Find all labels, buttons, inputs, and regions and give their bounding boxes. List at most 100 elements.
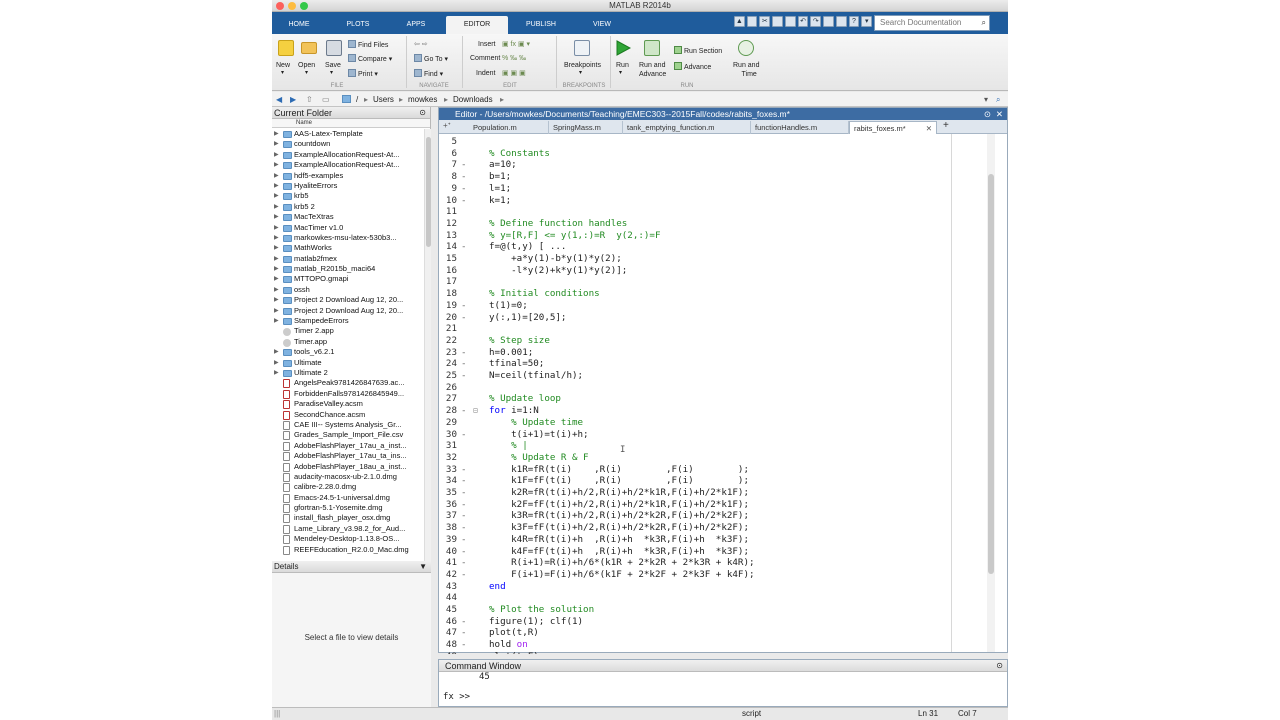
- folder-list-item[interactable]: ▶ countdown: [272, 139, 424, 149]
- breakpoint-marker[interactable]: -: [461, 347, 467, 359]
- folder-list-item[interactable]: SecondChance.acsm: [272, 410, 424, 420]
- paste-icon[interactable]: [784, 16, 796, 27]
- expand-arrow-icon[interactable]: ▶: [274, 233, 279, 243]
- breakpoint-marker[interactable]: -: [461, 370, 467, 382]
- breakpoint-marker[interactable]: -: [461, 569, 467, 581]
- folder-list-item[interactable]: ▶ Ultimate: [272, 358, 424, 368]
- folder-list-item[interactable]: ▶ HyaliteErrors: [272, 181, 424, 191]
- expand-arrow-icon[interactable]: ▶: [274, 181, 279, 191]
- undo-icon[interactable]: ↶: [797, 16, 809, 27]
- file-tab-function-handles[interactable]: functionHandles.m: [751, 121, 849, 134]
- folder-list-item[interactable]: CAE III-- Systems Analysis_Gr...: [272, 420, 424, 430]
- code-fold-icon[interactable]: ⊟: [473, 405, 478, 417]
- help-icon[interactable]: ▲: [734, 16, 745, 27]
- file-tab-population[interactable]: Population.m: [469, 121, 549, 134]
- folder-list-item[interactable]: Timer 2.app: [272, 326, 424, 337]
- expand-arrow-icon[interactable]: ▶: [274, 139, 279, 149]
- folder-list-item[interactable]: REEFEducation_R2.0.0_Mac.dmg: [272, 545, 424, 555]
- breakpoint-marker[interactable]: -: [461, 499, 467, 511]
- folder-list-item[interactable]: ▶ MathWorks: [272, 243, 424, 253]
- expand-arrow-icon[interactable]: ▶: [274, 274, 279, 284]
- folder-list-item[interactable]: ▶ Ultimate 2: [272, 368, 424, 378]
- breakpoint-marker[interactable]: -: [461, 183, 467, 195]
- breakpoint-marker[interactable]: -: [461, 546, 467, 558]
- folder-list-item[interactable]: ▶ StampedeErrors: [272, 316, 424, 326]
- expand-arrow-icon[interactable]: ▶: [274, 306, 279, 316]
- breakpoint-marker[interactable]: -: [461, 241, 467, 253]
- folder-list-item[interactable]: ▶ hdf5-examples: [272, 171, 424, 181]
- breakpoint-marker[interactable]: -: [461, 429, 467, 441]
- breakpoint-marker[interactable]: -: [461, 300, 467, 312]
- copy-icon[interactable]: [772, 16, 783, 27]
- breakpoint-marker[interactable]: -: [461, 171, 467, 183]
- path-downloads[interactable]: Downloads: [453, 92, 493, 107]
- breakpoints-button[interactable]: Breakpoints: [564, 61, 601, 70]
- indent-label[interactable]: Indent: [476, 69, 495, 78]
- cut-icon[interactable]: ✂: [759, 16, 771, 27]
- breakpoint-marker[interactable]: -: [461, 557, 467, 569]
- minimize-ribbon-icon[interactable]: ▾: [861, 16, 873, 27]
- path-root[interactable]: /: [356, 92, 358, 107]
- print-button[interactable]: Print ▾: [348, 69, 378, 79]
- editor-scroll-thumb[interactable]: [988, 174, 994, 574]
- breakpoint-marker[interactable]: -: [461, 195, 467, 207]
- folder-list-item[interactable]: AdobeFlashPlayer_18au_a_inst...: [272, 462, 424, 472]
- minimize-window-button[interactable]: [288, 2, 296, 10]
- folder-list-item[interactable]: Emacs-24.5-1-universal.dmg: [272, 493, 424, 503]
- tab-publish[interactable]: PUBLISH: [518, 16, 564, 34]
- tab-home[interactable]: HOME: [280, 16, 318, 34]
- compare-button[interactable]: Compare ▾: [348, 54, 392, 64]
- community-icon[interactable]: [835, 16, 847, 27]
- breakpoint-marker[interactable]: -: [461, 159, 467, 171]
- switch-windows-icon[interactable]: [823, 16, 834, 27]
- path-mowkes[interactable]: mowkes: [408, 92, 437, 107]
- run-button[interactable]: Run: [616, 61, 629, 70]
- folder-scrollbar[interactable]: [424, 129, 431, 561]
- details-header[interactable]: Details ▼: [272, 561, 431, 573]
- expand-arrow-icon[interactable]: ▶: [274, 243, 279, 253]
- find-button[interactable]: Find ▾: [414, 69, 443, 79]
- expand-arrow-icon[interactable]: ▶: [274, 358, 279, 368]
- run-and-advance-icon[interactable]: [644, 40, 660, 56]
- folder-list-item[interactable]: ▶ Project 2 Download Aug 12, 20...: [272, 306, 424, 316]
- close-window-button[interactable]: [276, 2, 284, 10]
- folder-list-item[interactable]: Grades_Sample_Import_File.csv: [272, 430, 424, 441]
- folder-list-item[interactable]: ▶ markowkes-msu-latex-530b3...: [272, 233, 424, 243]
- expand-arrow-icon[interactable]: ▶: [274, 223, 279, 233]
- folder-list-item[interactable]: gfortran-5.1-Yosemite.dmg: [272, 503, 424, 514]
- expand-arrow-icon[interactable]: ▶: [274, 347, 279, 357]
- folder-list-item[interactable]: ForbiddenFalls9781426845949...: [272, 389, 424, 399]
- insert-icons[interactable]: ▣ fx ▣ ▾: [502, 40, 530, 49]
- path-dropdown-icon[interactable]: ▾: [984, 92, 988, 107]
- back-arrow-icon[interactable]: ◀: [276, 92, 282, 107]
- folder-list-item[interactable]: calibre-2.28.0.dmg: [272, 482, 424, 493]
- folder-list-item[interactable]: ▶ MacTimer v1.0: [272, 223, 424, 233]
- file-tab-springmass[interactable]: SpringMass.m: [549, 121, 623, 134]
- folder-list-item[interactable]: audacity-macosx-ub-2.1.0.dmg: [272, 472, 424, 482]
- details-collapse-icon[interactable]: ▼: [419, 561, 427, 573]
- breakpoint-marker[interactable]: -: [461, 358, 467, 370]
- breakpoint-marker[interactable]: -: [461, 510, 467, 522]
- tab-list-icon[interactable]: +ᐩ: [443, 121, 451, 130]
- forward-arrow-icon[interactable]: ▶: [290, 92, 296, 107]
- command-prompt[interactable]: fx >>: [443, 692, 470, 702]
- editor-menu-icon[interactable]: ⊙: [984, 108, 991, 120]
- expand-arrow-icon[interactable]: ▶: [274, 191, 279, 201]
- expand-arrow-icon[interactable]: ▶: [274, 368, 279, 378]
- run-and-time-button[interactable]: Run and Time: [733, 61, 759, 79]
- new-tab-icon[interactable]: +: [943, 120, 949, 131]
- redo-icon[interactable]: ↷: [810, 16, 822, 27]
- folder-list-item[interactable]: ▶ ossh: [272, 285, 424, 295]
- run-and-advance-button[interactable]: Run and Advance: [639, 61, 666, 79]
- breakpoint-marker[interactable]: -: [461, 475, 467, 487]
- up-folder-icon[interactable]: ⇧: [306, 92, 313, 107]
- tab-apps[interactable]: APPS: [398, 16, 434, 34]
- folder-list-item[interactable]: ▶ matlab_R2015b_maci64: [272, 264, 424, 274]
- expand-arrow-icon[interactable]: ▶: [274, 285, 279, 295]
- expand-arrow-icon[interactable]: ▶: [274, 212, 279, 222]
- folder-list-item[interactable]: ▶ tools_v6.2.1: [272, 347, 424, 357]
- panel-menu-icon[interactable]: ⊙: [419, 107, 426, 119]
- run-section-button[interactable]: Run Section: [674, 46, 722, 56]
- folder-list-item[interactable]: ParadiseValley.acsm: [272, 399, 424, 410]
- run-play-icon[interactable]: [615, 40, 631, 56]
